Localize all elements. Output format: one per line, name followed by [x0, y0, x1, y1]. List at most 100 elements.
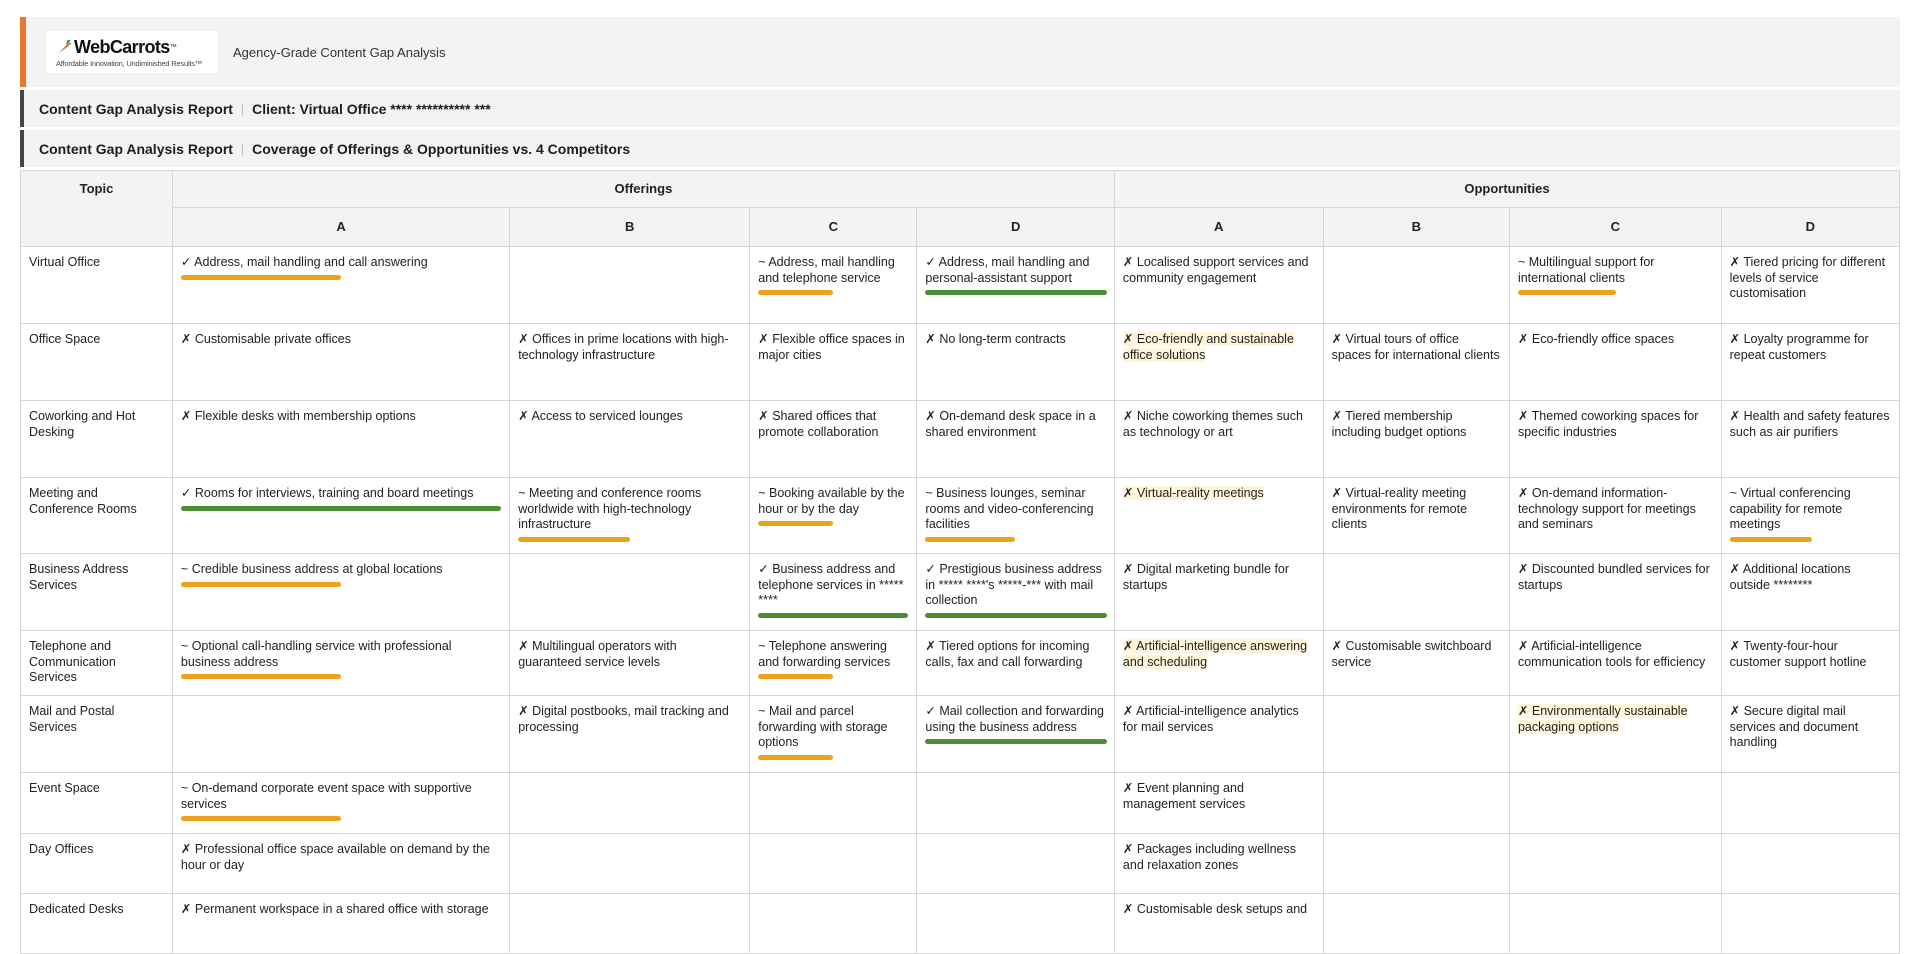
offering-cell: ✓ Business address and telephone service… — [749, 553, 918, 631]
table-row: Business Address Services ~ Credible bus… — [20, 553, 1901, 631]
cell-text: ~ Virtual conferencing capability for re… — [1729, 486, 1851, 531]
logo-name: WebCarrots — [74, 36, 170, 57]
highlighted-opportunity-text: ✗ Eco-friendly and sustainable office so… — [1122, 332, 1294, 362]
cell-text: ✗ Health and safety features such as air… — [1729, 409, 1890, 439]
report-container: WebCarrots ™ Affordable Innovation, Undi… — [20, 17, 1901, 954]
table-row: Telephone and Communication Services ~ O… — [20, 630, 1901, 696]
opportunity-cell: ✗ Localised support services and communi… — [1113, 246, 1324, 324]
partial-coverage-bar — [180, 581, 341, 587]
offering-cell: ✗ Flexible desks with membership options — [171, 400, 511, 478]
offering-cell: ✓ Mail collection and forwarding using t… — [916, 695, 1115, 773]
offering-cell: ~ Optional call-handling service with pr… — [171, 630, 511, 696]
cell-text: ✓ Mail collection and forwarding using t… — [925, 704, 1104, 734]
cell-text: ✗ Flexible office spaces in major cities — [758, 332, 905, 362]
offering-cell: ~ Credible business address at global lo… — [171, 553, 511, 631]
webcarrots-logo[interactable]: WebCarrots ™ Affordable Innovation, Undi… — [46, 31, 218, 73]
partial-coverage-bar — [758, 521, 834, 526]
opportunity-cell: ✗ Environmentally sustainable packaging … — [1508, 695, 1722, 773]
cell-text: ✗ Discounted bundled services for startu… — [1517, 562, 1710, 592]
offering-cell: ✗ Shared offices that promote collaborat… — [749, 400, 918, 478]
report-title: Content Gap Analysis Report — [39, 100, 233, 117]
offering-cell — [916, 772, 1115, 834]
cell-text: ~ Address, mail handling and telephone s… — [758, 255, 895, 285]
topic-cell: Mail and Postal Services — [20, 695, 173, 773]
opportunity-cell: ✗ Digital marketing bundle for startups — [1113, 553, 1324, 631]
brand-header: WebCarrots ™ Affordable Innovation, Undi… — [20, 17, 1900, 87]
cell-text: ✗ Packages including wellness and relaxa… — [1122, 842, 1296, 872]
offering-cell: ✓ Rooms for interviews, training and boa… — [171, 477, 511, 554]
client-name: Client: Virtual Office **** ********** *… — [252, 100, 491, 117]
offering-cell — [916, 833, 1115, 894]
opportunity-cell — [1322, 695, 1510, 773]
cell-text: ✓ Address, mail handling and personal-as… — [925, 255, 1090, 285]
partial-coverage-bar — [925, 536, 1016, 542]
header-separator: | — [240, 141, 245, 156]
cell-text: ✗ Niche coworking themes such as technol… — [1122, 409, 1303, 439]
offering-cell: ✗ Tiered options for incoming calls, fax… — [916, 630, 1115, 696]
partial-coverage-bar — [180, 674, 341, 679]
cell-text: ~ On-demand corporate event space with s… — [180, 781, 472, 811]
offering-cell — [749, 893, 918, 954]
cell-text: ✗ Additional locations outside ******** — [1729, 562, 1851, 592]
offerings-header: Offerings — [171, 170, 1115, 208]
topic-cell: Business Address Services — [20, 553, 173, 631]
offering-cell: ✓ Address, mail handling and call answer… — [171, 246, 511, 324]
opportunity-cell: ✗ Niche coworking themes such as technol… — [1113, 400, 1324, 478]
opportunities-competitor-a-header: A — [1113, 206, 1324, 248]
opportunity-cell: ✗ Tiered pricing for different levels of… — [1720, 246, 1901, 324]
cell-text: ✗ Shared offices that promote collaborat… — [758, 409, 879, 439]
opportunity-cell: ✗ Secure digital mail services and docum… — [1720, 695, 1901, 773]
offering-cell: ✗ Permanent workspace in a shared office… — [171, 893, 511, 954]
opportunities-competitor-b-header: B — [1322, 206, 1510, 248]
table-row: Event Space ~ On-demand corporate event … — [20, 772, 1901, 834]
offering-cell: ~ Telephone answering and forwarding ser… — [749, 630, 918, 696]
cell-text: ✗ Virtual tours of office spaces for int… — [1331, 332, 1500, 362]
topic-cell: Day Offices — [20, 833, 173, 894]
partial-coverage-bar — [180, 274, 341, 280]
cell-text: ✗ Loyalty programme for repeat customers — [1729, 332, 1869, 362]
opportunity-cell: ✗ Additional locations outside ******** — [1720, 553, 1901, 631]
cell-text: ~ Optional call-handling service with pr… — [180, 639, 452, 669]
cell-text: ✗ On-demand information-technology suppo… — [1517, 486, 1696, 531]
opportunity-cell: ✗ Virtual-reality meetings — [1113, 477, 1324, 554]
cell-text: ✗ Artificial-intelligence communication … — [1517, 639, 1706, 669]
cell-text: ✗ No long-term contracts — [925, 332, 1066, 346]
offering-cell — [509, 246, 751, 324]
offering-cell — [749, 772, 918, 834]
offering-cell — [509, 833, 751, 894]
cell-text: ✗ Secure digital mail services and docum… — [1729, 704, 1859, 749]
opportunity-cell — [1720, 772, 1901, 834]
offering-cell: ~ Business lounges, seminar rooms and vi… — [916, 477, 1115, 554]
opportunity-cell — [1508, 833, 1722, 894]
logo-tagline: Affordable Innovation, Undiminished Resu… — [56, 58, 203, 68]
opportunity-cell: ✗ Artificial-intelligence answering and … — [1113, 630, 1324, 696]
topic-cell: Virtual Office — [20, 246, 173, 324]
offering-cell — [916, 893, 1115, 954]
opportunity-cell — [1720, 833, 1901, 894]
topic-cell: Office Space — [20, 323, 173, 401]
opportunity-cell: ✗ Artificial-intelligence communication … — [1508, 630, 1722, 696]
opportunity-cell: ✗ Artificial-intelligence analytics for … — [1113, 695, 1324, 773]
offering-cell: ~ On-demand corporate event space with s… — [171, 772, 511, 834]
opportunity-cell: ✗ Customisable desk setups and — [1113, 893, 1324, 954]
cell-text: ✗ Virtual-reality meeting environments f… — [1331, 486, 1468, 531]
partial-coverage-bar — [758, 754, 834, 760]
opportunity-cell — [1322, 893, 1510, 954]
cell-text: ~ Credible business address at global lo… — [180, 562, 443, 576]
offering-cell — [509, 772, 751, 834]
cell-text: ✗ Tiered options for incoming calls, fax… — [925, 639, 1090, 669]
cell-text: ✗ Eco-friendly office spaces — [1517, 332, 1675, 346]
brand-subtitle: Agency-Grade Content Gap Analysis — [233, 44, 446, 60]
cell-text: ~ Business lounges, seminar rooms and vi… — [925, 486, 1094, 531]
report-client-header: Content Gap Analysis Report | Client: Vi… — [20, 90, 1900, 127]
cell-text: ~ Mail and parcel forwarding with storag… — [758, 704, 888, 749]
topic-cell: Coworking and Hot Desking — [20, 400, 173, 478]
cell-text: ✓ Address, mail handling and call answer… — [180, 255, 428, 269]
coverage-subtitle: Coverage of Offerings & Opportunities vs… — [252, 140, 631, 157]
cell-text: ✗ Digital postbooks, mail tracking and p… — [518, 704, 729, 734]
table-row: Coworking and Hot Desking ✗ Flexible des… — [20, 400, 1901, 478]
cell-text: ~ Meeting and conference rooms worldwide… — [518, 486, 702, 531]
opportunity-cell: ✗ Event planning and management services — [1113, 772, 1324, 834]
offering-cell: ~ Mail and parcel forwarding with storag… — [749, 695, 918, 773]
carrot-icon — [59, 39, 72, 53]
